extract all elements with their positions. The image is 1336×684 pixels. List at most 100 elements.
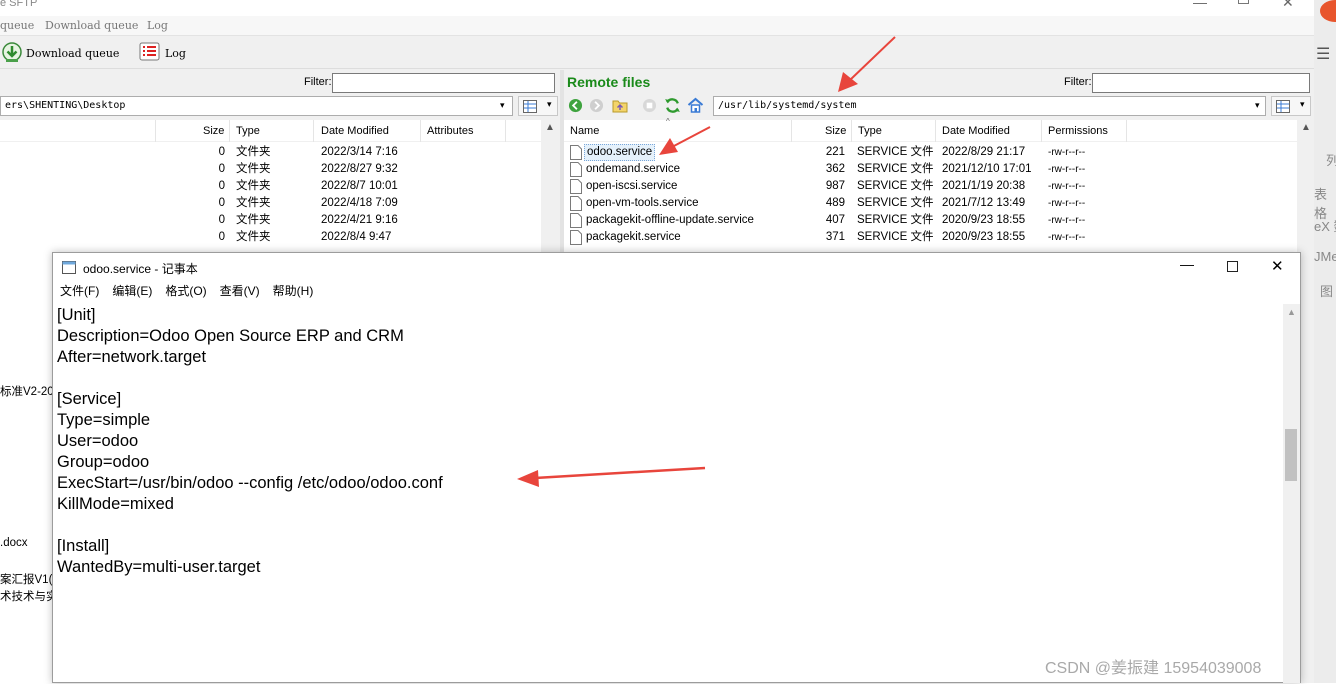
text-line: User=odoo: [57, 432, 139, 450]
notepad-menu-format[interactable]: 格式(O): [165, 282, 206, 299]
local-list-header: Size Type Date Modified Attributes: [0, 120, 541, 142]
close-icon[interactable]: ✕: [1282, 0, 1294, 11]
notepad-text-area[interactable]: [Unit] Description=Odoo Open Source ERP a…: [57, 305, 1277, 684]
remote-path-input[interactable]: /usr/lib/systemd/system: [713, 96, 1266, 116]
table-row[interactable]: 0 文件夹 2022/3/14 7:16: [0, 144, 541, 161]
local-filter-input[interactable]: [332, 73, 555, 93]
row-type: SERVICE 文件: [857, 146, 934, 158]
watermark: CSDN @姜振建 15954039008: [1045, 660, 1262, 677]
remote-col-permissions[interactable]: Permissions: [1048, 120, 1108, 142]
file-icon: [570, 179, 582, 194]
remote-col-type[interactable]: Type: [858, 120, 882, 142]
download-queue-button[interactable]: Download queue: [0, 41, 119, 65]
table-row[interactable]: 0 文件夹 2022/4/21 9:16: [0, 212, 541, 229]
row-type: SERVICE 文件: [857, 180, 934, 192]
row-date: 2021/1/19 20:38: [942, 180, 1026, 192]
row-permissions: -rw-r--r--: [1048, 198, 1086, 209]
row-type: 文件夹: [236, 214, 271, 226]
remote-col-size[interactable]: Size: [825, 120, 846, 142]
notepad-menu-help[interactable]: 帮助(H): [273, 282, 314, 299]
parent-folder-icon[interactable]: [612, 98, 628, 113]
notepad-minimize-icon[interactable]: —: [1180, 256, 1194, 272]
notepad-close-icon[interactable]: ✕: [1271, 257, 1284, 275]
row-permissions: -rw-r--r--: [1048, 215, 1086, 226]
row-type: 文件夹: [236, 163, 271, 175]
row-date: 2022/4/21 9:16: [321, 214, 398, 226]
notepad-menu-bar: 文件(F) 编辑(E) 格式(O) 查看(V) 帮助(H): [53, 282, 1300, 304]
stop-icon[interactable]: [642, 98, 657, 113]
scroll-up-icon[interactable]: ▲: [1287, 307, 1296, 317]
row-size: 0: [218, 163, 225, 175]
menu-icon[interactable]: ☰: [1316, 44, 1330, 64]
view-dropdown-icon: ▾: [1300, 99, 1305, 109]
table-row[interactable]: odoo.service 221 SERVICE 文件 2022/8/29 21:17…: [564, 144, 1297, 161]
local-col-attributes[interactable]: Attributes: [427, 120, 473, 142]
notepad-app-icon: [62, 261, 76, 274]
back-icon[interactable]: [568, 98, 583, 113]
remote-view-button[interactable]: ▾: [1271, 96, 1311, 116]
text-line: Description=Odoo Open Source ERP and CRM: [57, 327, 404, 345]
notepad-menu-file[interactable]: 文件(F): [60, 282, 99, 299]
remote-nav-toolbar: [564, 95, 714, 117]
row-size: 371: [825, 231, 845, 243]
local-path-input[interactable]: ers\SHENTING\Desktop: [0, 96, 513, 116]
file-icon: [570, 162, 582, 177]
table-row[interactable]: packagekit-offline-update.service 407 SERV…: [564, 212, 1297, 229]
strip-text-5: 图: [1320, 284, 1334, 299]
row-type: SERVICE 文件: [857, 197, 934, 209]
scroll-up-icon[interactable]: ▲: [545, 122, 555, 133]
table-row[interactable]: 0 文件夹 2022/8/27 9:32: [0, 161, 541, 178]
text-line: Group=odoo: [57, 453, 150, 471]
remote-filter-label: Filter:: [1064, 76, 1092, 88]
table-row[interactable]: 0 文件夹 2022/8/7 10:01: [0, 178, 541, 195]
remote-col-name[interactable]: Name: [570, 120, 599, 142]
file-icon: [570, 230, 582, 245]
table-row[interactable]: open-vm-tools.service 489 SERVICE 文件 2021/7…: [564, 195, 1297, 212]
menu-download-queue[interactable]: Download queue: [45, 19, 138, 32]
row-date: 2022/4/18 7:09: [321, 197, 398, 209]
remote-path-dropdown-icon[interactable]: ▾: [1255, 100, 1260, 111]
remote-col-date[interactable]: Date Modified: [942, 120, 1010, 142]
maximize-icon[interactable]: [1238, 0, 1249, 4]
notepad-menu-edit[interactable]: 编辑(E): [112, 282, 152, 299]
local-col-size[interactable]: Size: [203, 120, 224, 142]
log-button[interactable]: Log: [138, 41, 186, 65]
row-permissions: -rw-r--r--: [1048, 181, 1086, 192]
notepad-menu-view[interactable]: 查看(V): [220, 282, 260, 299]
row-type: SERVICE 文件: [857, 163, 934, 175]
forward-icon[interactable]: [589, 98, 604, 113]
remote-filter-input[interactable]: [1092, 73, 1310, 93]
home-icon[interactable]: [687, 97, 704, 113]
notepad-window: odoo.service - 记事本 — ✕ 文件(F) 编辑(E) 格式(O) 查看…: [52, 252, 1301, 683]
table-row[interactable]: packagekit.service 371 SERVICE 文件 2020/9/23…: [564, 229, 1297, 246]
table-row[interactable]: 0 文件夹 2022/8/4 9:47: [0, 229, 541, 246]
scroll-up-icon[interactable]: ▲: [1301, 122, 1311, 133]
table-row[interactable]: open-iscsi.service 987 SERVICE 文件 2021/1/19…: [564, 178, 1297, 195]
menu-log[interactable]: Log: [147, 19, 168, 32]
row-type: 文件夹: [236, 197, 271, 209]
local-view-button[interactable]: ▾: [518, 96, 558, 116]
table-row[interactable]: ondemand.service 362 SERVICE 文件 2021/12/10 …: [564, 161, 1297, 178]
notepad-scrollbar[interactable]: ▲: [1283, 304, 1300, 683]
sftp-title-bar: e SFTP — ✕: [0, 0, 1314, 16]
local-col-date[interactable]: Date Modified: [321, 120, 389, 142]
minimize-icon[interactable]: —: [1193, 0, 1207, 10]
local-col-type[interactable]: Type: [236, 120, 260, 142]
notepad-maximize-icon[interactable]: [1227, 261, 1238, 272]
view-dropdown-icon: ▾: [547, 99, 552, 109]
strip-text-3: eX 数: [1314, 219, 1336, 234]
row-type: 文件夹: [236, 180, 271, 192]
text-line: [57, 515, 1277, 536]
text-line: [Install]: [57, 537, 110, 555]
table-row[interactable]: 0 文件夹 2022/4/18 7:09: [0, 195, 541, 212]
strip-text-1: 列: [1326, 153, 1336, 168]
view-grid-icon: [1276, 100, 1290, 113]
notepad-scroll-thumb[interactable]: [1285, 429, 1297, 481]
row-size: 221: [825, 146, 845, 158]
local-path-dropdown-icon[interactable]: ▾: [500, 100, 505, 111]
sort-ascending-icon: ^: [666, 117, 670, 126]
menu-queue[interactable]: queue: [0, 19, 34, 32]
row-permissions: -rw-r--r--: [1048, 147, 1086, 158]
row-name: odoo.service: [584, 144, 656, 161]
row-type: SERVICE 文件: [857, 214, 934, 226]
